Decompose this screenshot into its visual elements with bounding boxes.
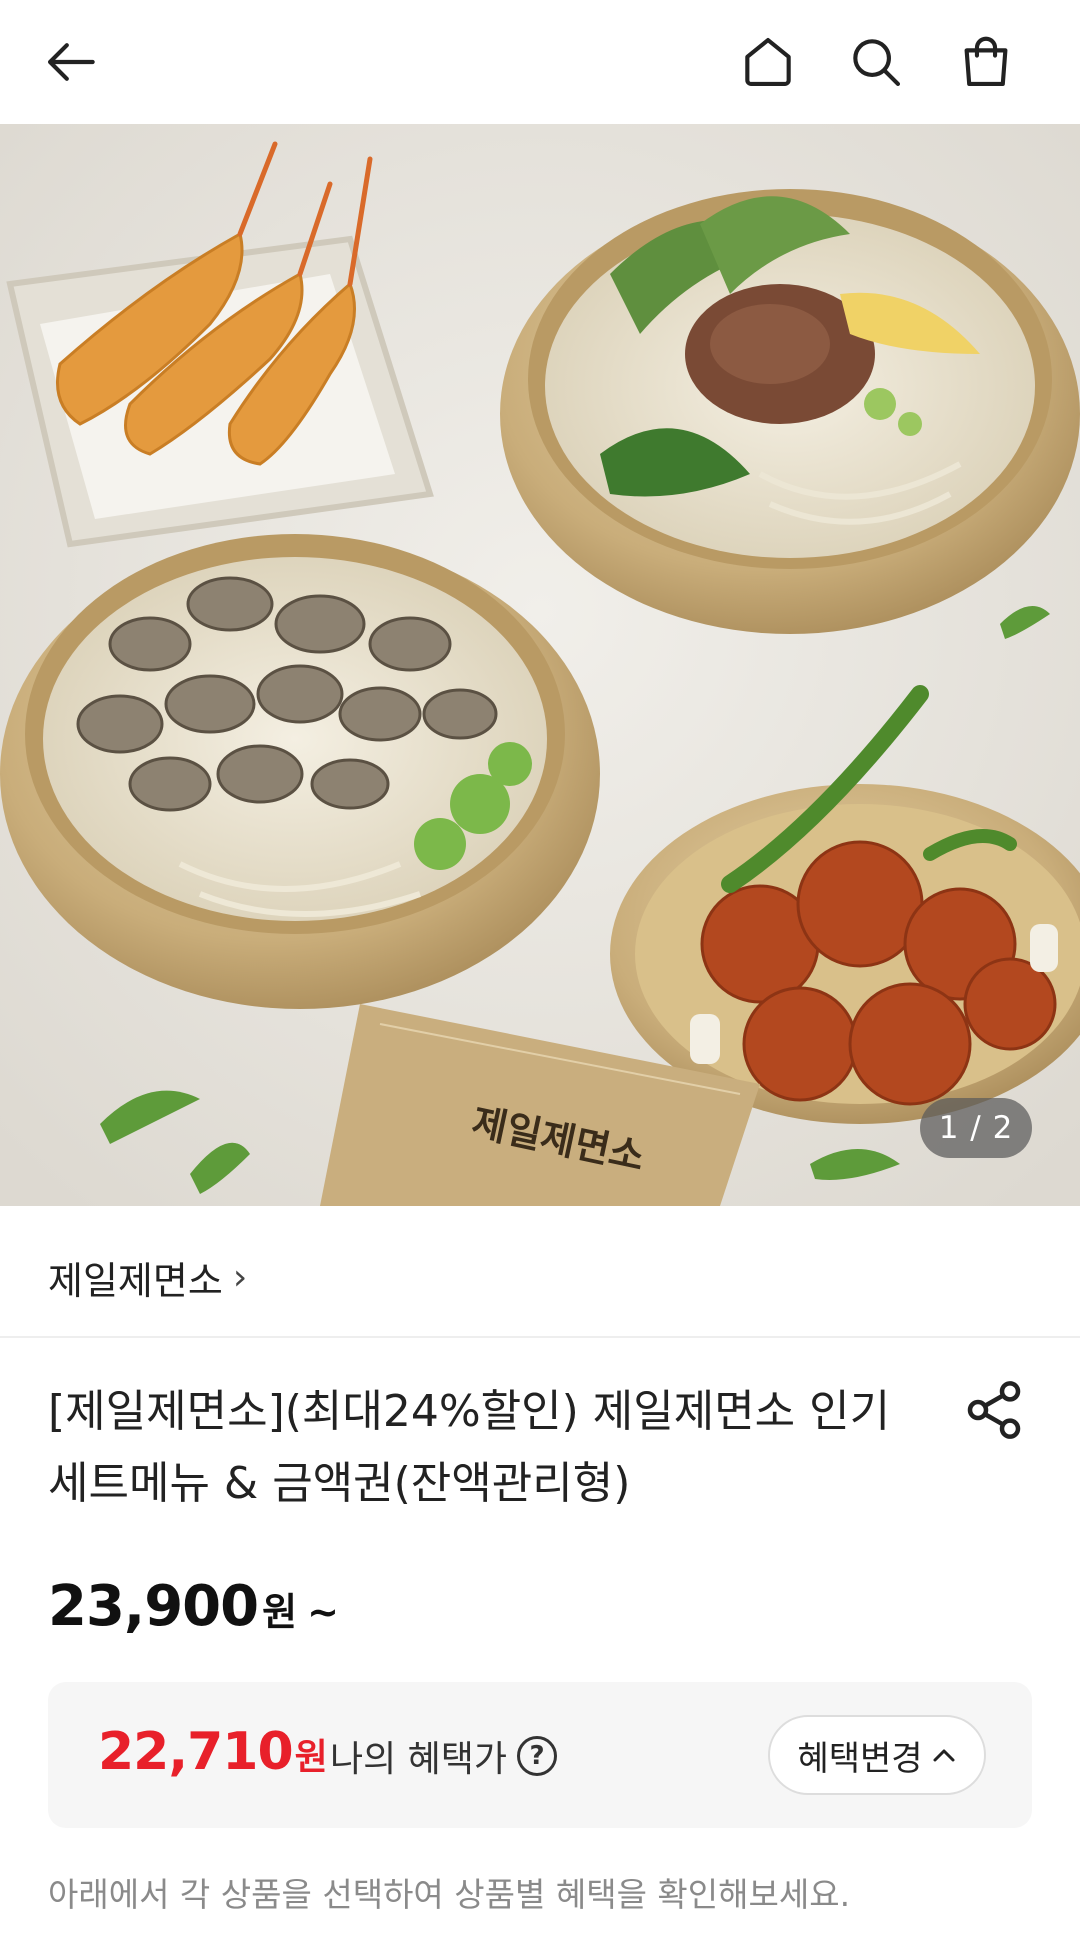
benefit-hint-text: 아래에서 각 상품을 선택하여 상품별 혜택을 확인해보세요.	[48, 1875, 851, 1914]
search-icon[interactable]	[834, 20, 918, 104]
shopping-bag-icon[interactable]	[944, 20, 1028, 104]
price-unit: 원	[262, 1590, 298, 1634]
change-benefit-label: 혜택변경	[797, 1738, 923, 1779]
chevron-right-icon: ›	[232, 1257, 248, 1298]
benefit-price-box: 22,710 원 나의 혜택가 ? 혜택변경	[48, 1682, 1032, 1828]
product-image-carousel[interactable]: 제일제면소 1 / 2	[0, 124, 1080, 1206]
change-benefit-button[interactable]: 혜택변경	[768, 1715, 986, 1795]
product-title: [제일제면소](최대24%할인) 제일제면소 인기세트메뉴 & 금액권(잔액관리…	[48, 1386, 891, 1509]
brand-link[interactable]: 제일제면소 ›	[48, 1250, 247, 1305]
home-icon[interactable]	[726, 20, 810, 104]
image-counter: 1 / 2	[920, 1098, 1032, 1158]
benefit-amount: 22,710	[98, 1722, 294, 1782]
help-icon[interactable]: ?	[517, 1736, 558, 1776]
food-photo: 제일제면소	[0, 124, 1080, 1206]
brand-row: 제일제면소 ›	[0, 1206, 1080, 1338]
back-arrow-icon[interactable]	[30, 20, 114, 104]
price-amount: 23,900	[48, 1574, 259, 1639]
price-suffix: ~	[307, 1590, 339, 1634]
benefit-price: 22,710 원	[98, 1722, 328, 1782]
benefit-label: 나의 혜택가 ?	[330, 1730, 558, 1782]
share-icon[interactable]	[962, 1378, 1026, 1442]
benefit-label-text: 나의 혜택가	[330, 1739, 508, 1780]
top-bar	[0, 0, 1080, 124]
chevron-up-icon	[933, 1749, 955, 1762]
brand-name: 제일제면소	[48, 1259, 223, 1303]
original-price: 23,900 원 ~	[48, 1574, 339, 1639]
benefit-unit: 원	[294, 1737, 328, 1778]
